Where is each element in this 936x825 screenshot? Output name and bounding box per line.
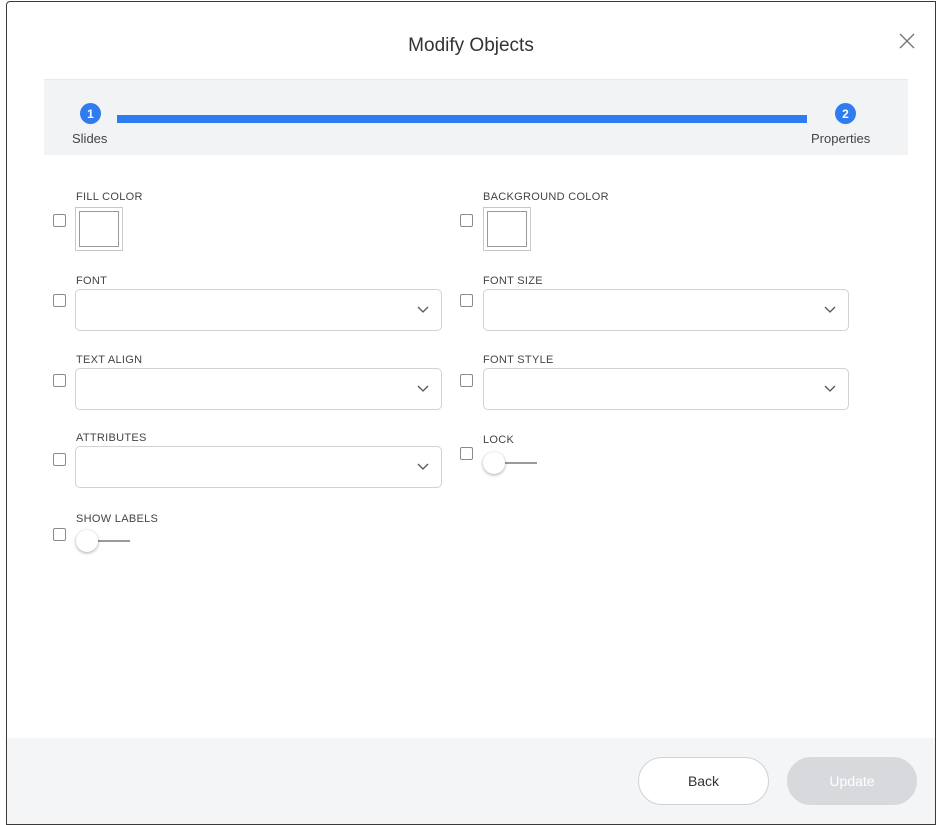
font-label: FONT (76, 275, 108, 287)
text-align-checkbox[interactable] (53, 374, 66, 387)
attributes-select[interactable] (75, 446, 442, 488)
dialog-footer: Back Update (7, 738, 935, 824)
attributes-label: ATTRIBUTES (76, 432, 147, 444)
text-align-label: TEXT ALIGN (76, 354, 143, 366)
lock-checkbox[interactable] (460, 447, 473, 460)
step-1-label: Slides (72, 131, 108, 146)
fill-color-label: FILL COLOR (76, 191, 143, 203)
lock-toggle[interactable] (483, 452, 539, 474)
chevron-down-icon (824, 306, 836, 313)
background-color-swatch[interactable] (483, 207, 531, 251)
fill-color-checkbox[interactable] (53, 214, 66, 227)
step-progress-line (117, 115, 807, 123)
show-labels-checkbox[interactable] (53, 528, 66, 541)
modify-objects-dialog: Modify Objects 1 2 Slides Properties FIL… (6, 1, 936, 825)
font-size-label: FONT SIZE (483, 275, 543, 287)
step-2-label: Properties (811, 131, 871, 146)
show-labels-toggle[interactable] (76, 530, 132, 552)
font-select[interactable] (75, 289, 442, 331)
close-icon[interactable] (898, 32, 916, 50)
chevron-down-icon (417, 385, 429, 392)
font-style-label: FONT STYLE (483, 354, 554, 366)
text-align-select[interactable] (75, 368, 442, 410)
show-labels-label: SHOW LABELS (76, 513, 159, 525)
lock-label: LOCK (483, 434, 515, 446)
font-checkbox[interactable] (53, 294, 66, 307)
font-style-select[interactable] (483, 368, 849, 410)
background-color-checkbox[interactable] (460, 214, 473, 227)
attributes-checkbox[interactable] (53, 453, 66, 466)
toggle-knob (76, 530, 98, 552)
step-2-indicator[interactable]: 2 (835, 103, 856, 124)
step-1-indicator[interactable]: 1 (80, 103, 101, 124)
dialog-title: Modify Objects (408, 35, 534, 56)
back-button[interactable]: Back (638, 757, 769, 805)
background-color-label: BACKGROUND COLOR (483, 191, 609, 203)
chevron-down-icon (417, 463, 429, 470)
update-button[interactable]: Update (787, 757, 917, 805)
toggle-knob (483, 452, 505, 474)
font-size-checkbox[interactable] (460, 294, 473, 307)
chevron-down-icon (417, 306, 429, 313)
fill-color-swatch[interactable] (75, 207, 123, 251)
font-style-checkbox[interactable] (460, 374, 473, 387)
wizard-stepper: 1 2 Slides Properties (44, 79, 908, 155)
chevron-down-icon (824, 385, 836, 392)
font-size-select[interactable] (483, 289, 849, 331)
